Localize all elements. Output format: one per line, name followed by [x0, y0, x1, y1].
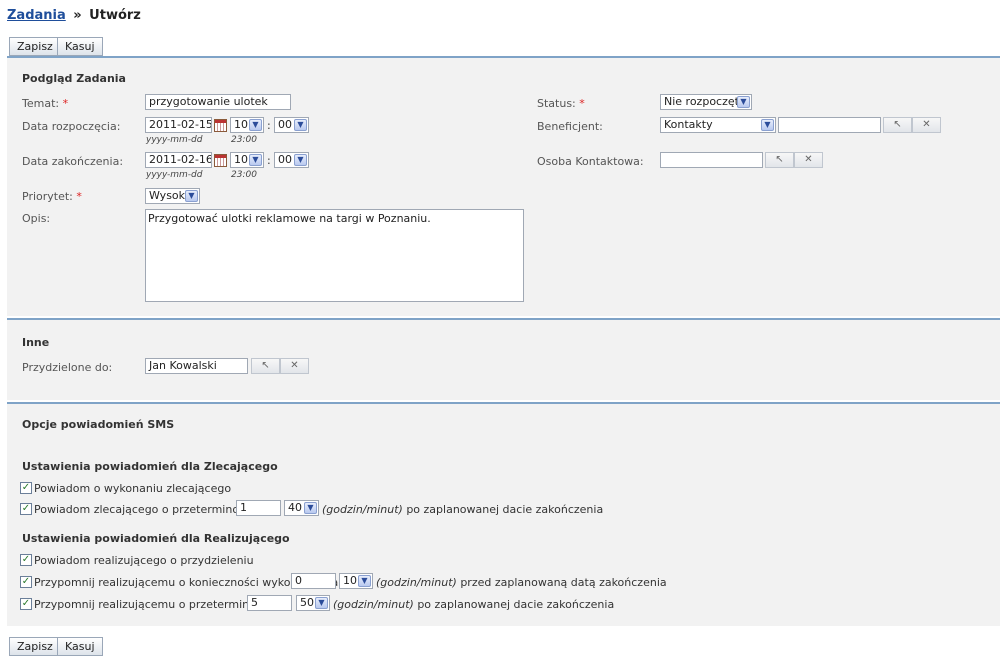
requester-overdue-amount-input[interactable]: 1 — [236, 500, 281, 516]
requester-overdue-suffix: (godzin/minut) po zaplanowanej dacie zak… — [322, 503, 604, 516]
chevron-down-icon: ▼ — [249, 154, 262, 166]
topic-input[interactable]: przygotowanie ulotek — [145, 94, 291, 110]
breadcrumb-separator: » — [73, 8, 82, 23]
description-textarea[interactable]: Przygotować ulotki reklamowe na targi w … — [145, 209, 524, 302]
page-title: Utwórz — [89, 8, 141, 23]
notify-executor-assigned-checkbox[interactable]: ✓ — [20, 554, 32, 566]
executor-due-suffix: (godzin/minut) przed zaplanowaną datą za… — [376, 576, 667, 589]
save-button[interactable]: Zapisz — [9, 37, 61, 56]
date-format-hint: yyyy-mm-dd — [146, 170, 203, 180]
beneficiary-input[interactable] — [778, 117, 881, 133]
start-date-label: Data rozpoczęcia: — [22, 120, 121, 133]
executor-due-unit-select[interactable]: 10 ▼ — [339, 573, 373, 589]
end-date-input[interactable]: 2011-02-16 — [145, 152, 212, 168]
beneficiary-type-select[interactable]: Kontakty ▼ — [660, 117, 776, 133]
executor-heading: Ustawienia powiadomień dla Realizującego — [22, 532, 290, 545]
topic-label: Temat: * — [22, 97, 69, 110]
cursor-icon[interactable]: ↖ — [883, 117, 912, 133]
notify-requester-overdue-checkbox[interactable]: ✓ — [20, 503, 32, 515]
notify-requester-done-label: Powiadom o wykonaniu zlecającego — [34, 482, 232, 495]
chevron-down-icon: ▼ — [249, 119, 262, 131]
task-preview-title: Podgląd Zadania — [22, 72, 126, 85]
end-date-label: Data zakończenia: — [22, 155, 124, 168]
status-select[interactable]: Nie rozpoczęte ▼ — [660, 94, 752, 110]
remind-executor-due-checkbox[interactable]: ✓ — [20, 576, 32, 588]
chevron-down-icon: ▼ — [294, 119, 307, 131]
chevron-down-icon: ▼ — [294, 154, 307, 166]
end-hour-select[interactable]: 10 ▼ — [230, 152, 264, 168]
date-format-hint: yyyy-mm-dd — [146, 135, 203, 145]
save-button-bottom[interactable]: Zapisz — [9, 637, 61, 656]
requester-overdue-unit-select[interactable]: 40 ▼ — [284, 500, 319, 516]
chevron-down-icon: ▼ — [185, 190, 198, 202]
clear-icon[interactable]: ✕ — [280, 358, 309, 374]
time-hint: 23:00 — [231, 135, 257, 145]
chevron-down-icon: ▼ — [737, 96, 750, 108]
notify-executor-assigned-label: Powiadom realizującego o przydzieleniu — [34, 554, 254, 567]
breadcrumb-link-zadania[interactable]: Zadania — [7, 8, 66, 23]
time-hint: 23:00 — [231, 170, 257, 180]
remind-executor-overdue-checkbox[interactable]: ✓ — [20, 598, 32, 610]
other-title: Inne — [22, 336, 50, 349]
cancel-button[interactable]: Kasuj — [57, 37, 103, 56]
notify-requester-done-checkbox[interactable]: ✓ — [20, 482, 32, 494]
description-label: Opis: — [22, 212, 51, 225]
chevron-down-icon: ▼ — [315, 597, 328, 609]
contact-person-input[interactable] — [660, 152, 763, 168]
requester-heading: Ustawienia powiadomień dla Zlecającego — [22, 460, 278, 473]
cancel-button-bottom[interactable]: Kasuj — [57, 637, 103, 656]
priority-select[interactable]: Wysoki ▼ — [145, 188, 200, 204]
calendar-icon[interactable] — [214, 119, 227, 132]
executor-overdue-unit-select[interactable]: 50 ▼ — [296, 595, 330, 611]
assigned-label: Przydzielone do: — [22, 361, 113, 374]
breadcrumb: Zadania » Utwórz — [7, 8, 141, 23]
start-hour-select[interactable]: 10 ▼ — [230, 117, 264, 133]
status-label: Status: * — [537, 97, 585, 110]
chevron-down-icon: ▼ — [761, 119, 774, 131]
time-separator: : — [267, 154, 271, 167]
start-minute-select[interactable]: 00 ▼ — [274, 117, 309, 133]
contact-person-label: Osoba Kontaktowa: — [537, 155, 644, 168]
time-separator: : — [267, 119, 271, 132]
chevron-down-icon: ▼ — [358, 575, 371, 587]
sms-title: Opcje powiadomień SMS — [22, 418, 175, 431]
clear-icon[interactable]: ✕ — [912, 117, 941, 133]
chevron-down-icon: ▼ — [304, 502, 317, 514]
executor-due-amount-input[interactable]: 0 — [291, 573, 336, 589]
executor-overdue-suffix: (godzin/minut) po zaplanowanej dacie zak… — [333, 598, 615, 611]
calendar-icon[interactable] — [214, 154, 227, 167]
assigned-input[interactable]: Jan Kowalski — [145, 358, 248, 374]
executor-overdue-amount-input[interactable]: 5 — [247, 595, 292, 611]
beneficiary-label: Beneficjent: — [537, 120, 603, 133]
start-date-input[interactable]: 2011-02-15 — [145, 117, 212, 133]
end-minute-select[interactable]: 00 ▼ — [274, 152, 309, 168]
cursor-icon[interactable]: ↖ — [251, 358, 280, 374]
cursor-icon[interactable]: ↖ — [765, 152, 794, 168]
priority-label: Priorytet: * — [22, 190, 82, 203]
clear-icon[interactable]: ✕ — [794, 152, 823, 168]
